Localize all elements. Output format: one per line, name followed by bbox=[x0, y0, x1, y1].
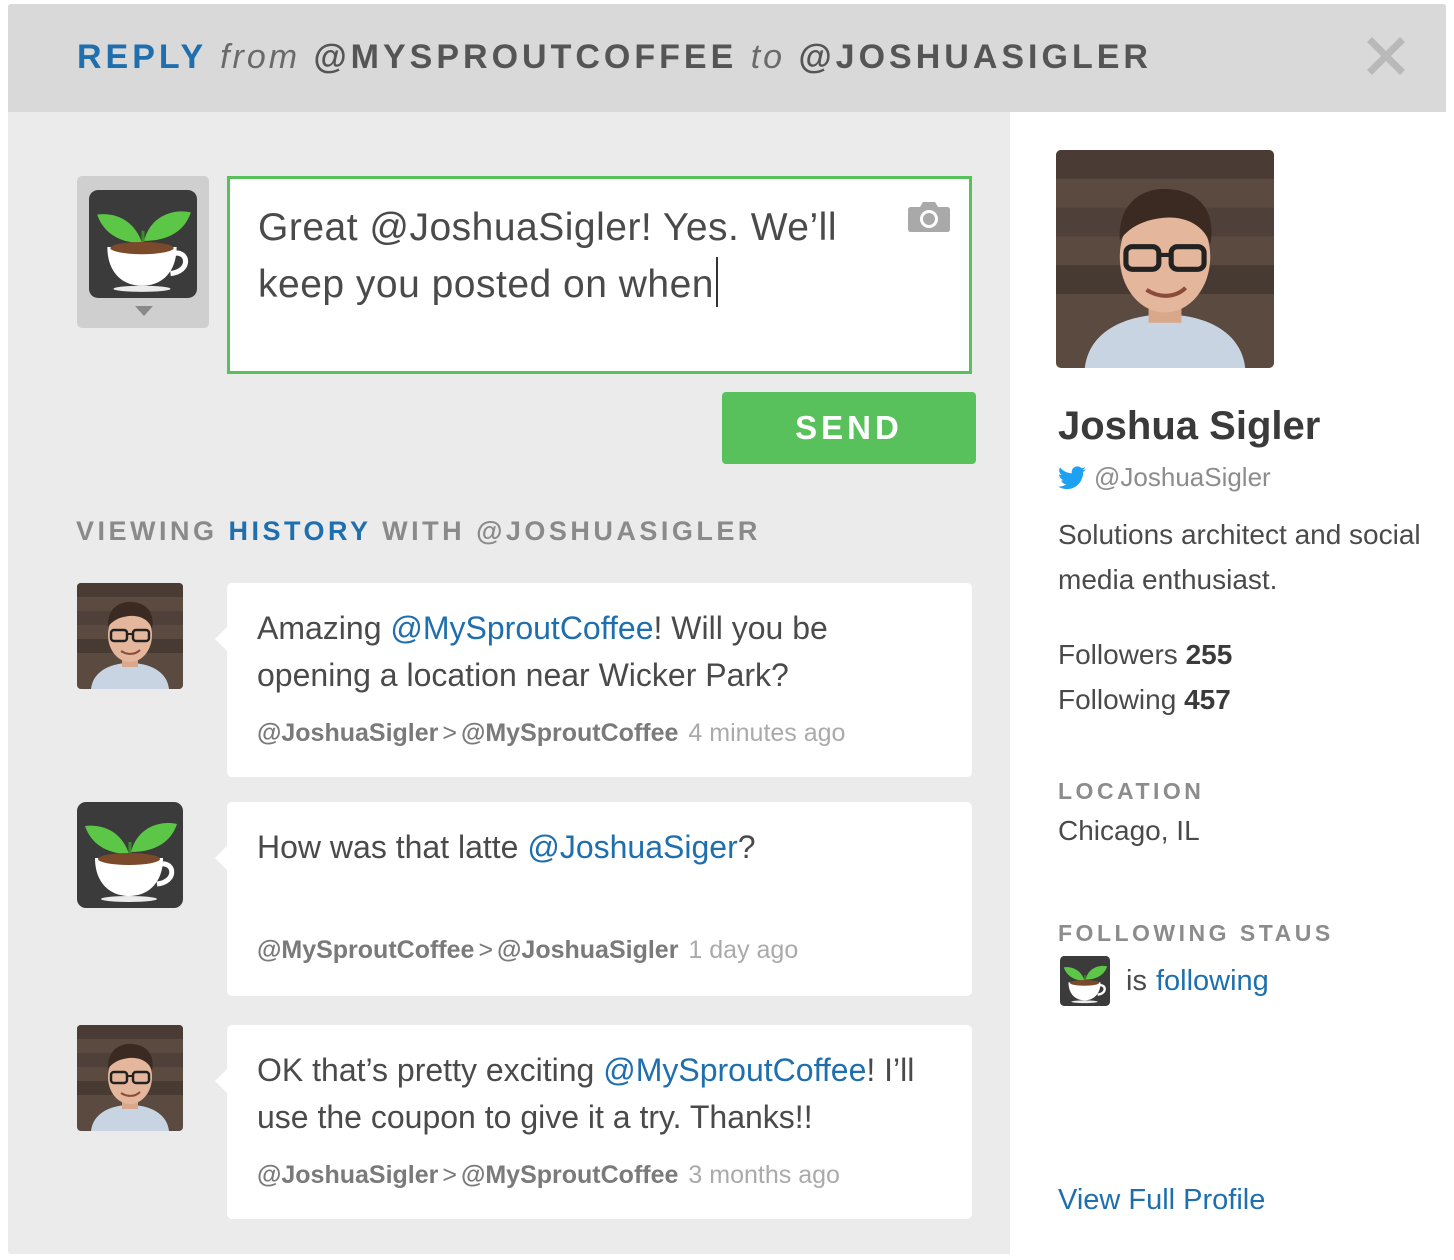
profile-bio: Solutions architect and social media ent… bbox=[1058, 519, 1421, 595]
message-text-part: Amazing bbox=[257, 610, 391, 646]
followers-row: Followers 255 bbox=[1058, 632, 1232, 677]
history-prefix: VIEWING bbox=[76, 516, 218, 546]
message-meta: @JoshuaSigler > @MySproutCoffee 3 months ag… bbox=[257, 1161, 840, 1190]
profile-handle[interactable]: @JoshuaSigler bbox=[1094, 462, 1271, 493]
following-row: Following 457 bbox=[1058, 677, 1232, 722]
message-meta: @JoshuaSigler > @MySproutCoffee 4 minutes a… bbox=[257, 719, 845, 748]
history-heading: VIEWING HISTORY WITH @JOSHUASIGLER bbox=[76, 516, 761, 547]
main-panel: Great @JoshuaSigler! Yes. We’ll keep you… bbox=[8, 112, 1010, 1254]
coffee-avatar[interactable] bbox=[77, 802, 183, 908]
reply-text: Great @JoshuaSigler! Yes. We’ll keep you… bbox=[258, 206, 837, 306]
message-from: @JoshuaSigler bbox=[257, 1161, 439, 1189]
followers-label: Followers bbox=[1058, 639, 1178, 670]
mention-link[interactable]: @MySproutCoffee bbox=[603, 1052, 866, 1088]
message-from: @MySproutCoffee bbox=[257, 936, 475, 964]
message-from: @JoshuaSigler bbox=[257, 719, 439, 747]
message-to: @MySproutCoffee bbox=[460, 1161, 679, 1189]
dialog-title: REPLY from @MYSPROUTCOFFEE to @JOSHUASIG… bbox=[77, 38, 1152, 77]
status-is: is bbox=[1126, 964, 1147, 997]
mention-link[interactable]: @JoshuaSiger bbox=[527, 829, 737, 865]
following-count: 457 bbox=[1184, 684, 1231, 715]
location-value: Chicago, IL bbox=[1058, 815, 1200, 846]
text-cursor bbox=[716, 257, 719, 307]
reply-label: REPLY bbox=[77, 38, 207, 76]
location-heading: LOCATION bbox=[1058, 778, 1205, 804]
message-text: OK that’s pretty exciting @MySproutCoffe… bbox=[257, 1047, 947, 1141]
chevron-down-icon bbox=[135, 306, 153, 316]
message-text: How was that latte @JoshuaSiger? bbox=[257, 824, 947, 871]
message-text-part: ? bbox=[737, 829, 756, 865]
message-time: 1 day ago bbox=[688, 936, 799, 964]
camera-icon[interactable] bbox=[907, 199, 951, 238]
dialog-header: REPLY from @MYSPROUTCOFFEE to @JOSHUASIG… bbox=[8, 4, 1446, 112]
reply-dialog: REPLY from @MYSPROUTCOFFEE to @JOSHUASIG… bbox=[8, 4, 1446, 1254]
message-time: 3 months ago bbox=[688, 1161, 840, 1189]
message-to: @MySproutCoffee bbox=[460, 719, 679, 747]
view-full-profile-link[interactable]: View Full Profile bbox=[1058, 1184, 1265, 1217]
to-account: @JOSHUASIGLER bbox=[798, 38, 1152, 76]
joshua-avatar[interactable] bbox=[77, 1025, 183, 1131]
following-link[interactable]: following bbox=[1156, 965, 1269, 998]
to-label: to bbox=[750, 38, 786, 76]
message-bubble: Amazing @MySproutCoffee! Will you be ope… bbox=[215, 583, 972, 777]
from-label: from bbox=[220, 38, 301, 76]
following-label: Following bbox=[1058, 684, 1177, 715]
coffee-mini-avatar bbox=[1060, 956, 1110, 1006]
message-to: @JoshuaSigler bbox=[497, 936, 679, 964]
close-icon[interactable] bbox=[1366, 36, 1406, 76]
history-link[interactable]: HISTORY bbox=[229, 516, 372, 546]
message-text-part: OK that’s pretty exciting bbox=[257, 1052, 604, 1088]
send-button[interactable]: SEND bbox=[722, 392, 976, 464]
profile-stats: Followers 255 Following 457 bbox=[1058, 632, 1232, 722]
account-switcher[interactable] bbox=[77, 176, 209, 328]
message-arrow: > bbox=[442, 719, 457, 747]
following-status: is following bbox=[1060, 956, 1269, 1006]
mention-link[interactable]: @MySproutCoffee bbox=[390, 610, 653, 646]
message-bubble: OK that’s pretty exciting @MySproutCoffe… bbox=[215, 1025, 972, 1219]
message-text-part: How was that latte bbox=[257, 829, 528, 865]
message-time: 4 minutes ago bbox=[688, 719, 846, 747]
message-text: Amazing @MySproutCoffee! Will you be ope… bbox=[257, 605, 947, 699]
coffee-account-avatar bbox=[89, 190, 197, 298]
reply-composer[interactable]: Great @JoshuaSigler! Yes. We’ll keep you… bbox=[227, 176, 972, 374]
profile-photo[interactable] bbox=[1056, 150, 1274, 368]
message-meta: @MySproutCoffee > @JoshuaSigler 1 day ago bbox=[257, 936, 798, 965]
profile-handle-row: @JoshuaSigler bbox=[1058, 462, 1271, 493]
history-suffix: WITH @JOSHUASIGLER bbox=[382, 516, 761, 546]
profile-sidebar: Joshua Sigler @JoshuaSigler Solutions ar… bbox=[1010, 112, 1446, 1254]
following-status-heading: FOLLOWING STAUS bbox=[1058, 920, 1334, 946]
profile-name: Joshua Sigler bbox=[1058, 404, 1321, 448]
followers-count: 255 bbox=[1185, 639, 1233, 670]
message-arrow: > bbox=[442, 1161, 457, 1189]
joshua-avatar[interactable] bbox=[77, 583, 183, 689]
reply-textarea[interactable]: Great @JoshuaSigler! Yes. We’ll keep you… bbox=[258, 199, 908, 313]
twitter-bird-icon bbox=[1058, 465, 1086, 489]
message-bubble: How was that latte @JoshuaSiger? @MySpro… bbox=[215, 802, 972, 996]
message-arrow: > bbox=[478, 936, 494, 964]
from-account: @MYSPROUTCOFFEE bbox=[313, 38, 738, 76]
